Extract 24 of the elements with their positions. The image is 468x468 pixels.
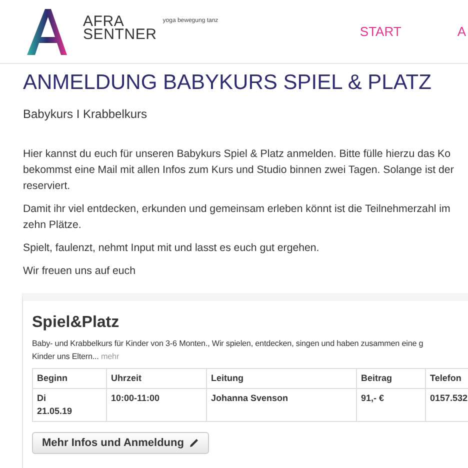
table-cell: 91,- € [356,388,426,422]
column-header: Uhrzeit [106,368,206,388]
course-title: Spiel&Platz [32,313,120,333]
course-description: Baby- und Krabbelkurs für Kinder von 3-6 Monten., Wir spielen, entdecken, singen und haben zusammen eine g Kinder uns Eltern... mehr [32,338,424,363]
paragraph: Damit ihr viel entdecken, erkunden und gemeinsam erleben könnt ist die Teilnehmerzahl im zehn Plätze. [23,202,452,233]
info-signup-button[interactable]: Mehr Infos und Anmeldung [32,432,209,454]
column-header: Beitrag [356,368,426,388]
table-cell: 10:00-11:00 [106,388,206,422]
column-header: Telefon [426,368,468,388]
paragraph: Hier kannst du euch für unseren Babykurs Spiel & Platz anmelden. Bitte fülle hierzu das Ko bekommst eine Mail mit allen Infos zum Kurs und Studio binnen zwei Tagen. Solange ist der reserviert. [23,147,455,194]
column-header: Leitung [206,368,356,388]
column-header: Beginn [32,368,106,388]
pencil-icon [188,438,199,448]
paragraph: Wir freuen uns auf euch [23,264,136,279]
page-title: ANMELDUNG BABYKURS SPIEL & PLATZ [23,70,432,96]
nav-link[interactable]: START [360,24,402,39]
table-cell: Di 21.05.19 [32,388,106,422]
more-link[interactable]: mehr [101,352,120,361]
brand-name: SENTNER [83,28,157,40]
nav-link[interactable]: A [457,24,466,39]
paragraph: Spielt, faulenzt, nehmt Input mit und lasst es euch gut ergehen. [23,241,320,256]
table-cell: Johanna Svenson [206,388,356,422]
brand-name: AFRA [83,14,124,28]
subtitle: Babykurs I Krabbelkurs [23,107,148,122]
